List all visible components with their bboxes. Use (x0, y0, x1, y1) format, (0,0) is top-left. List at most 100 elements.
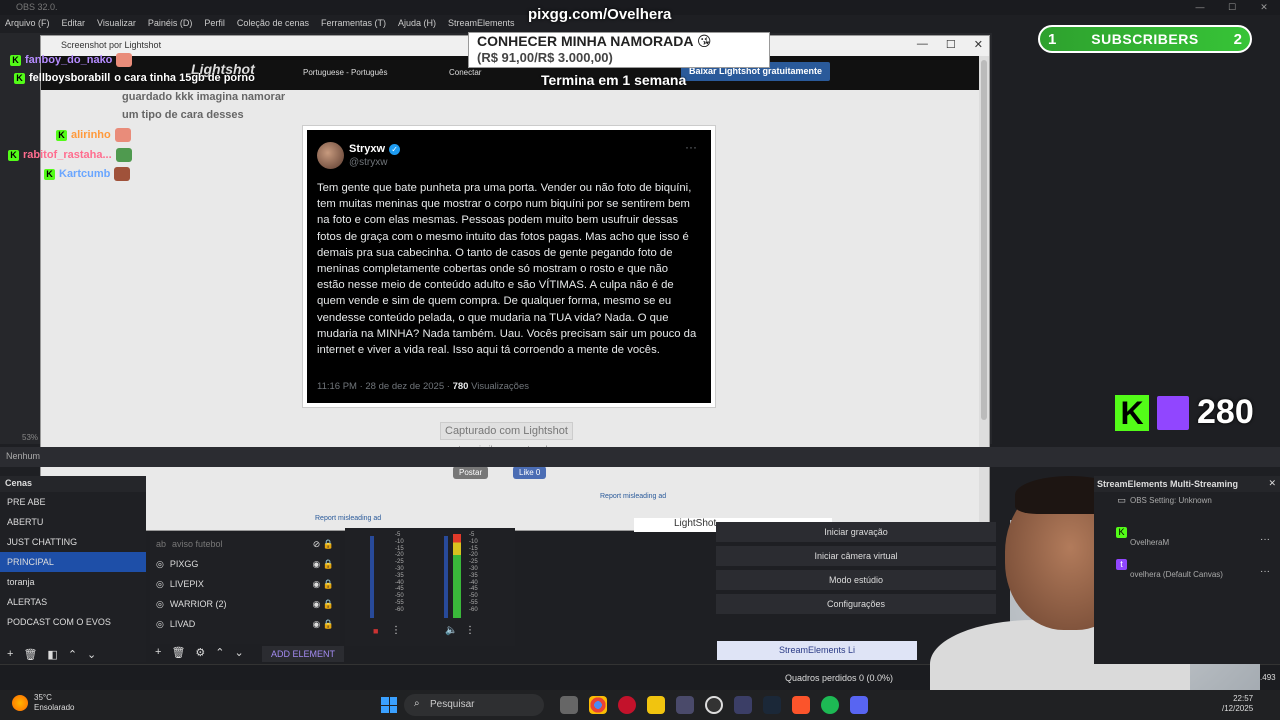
gear-icon[interactable]: ⚙ (195, 646, 205, 659)
source-item[interactable]: ◎ LIVEPIX ◉ 🔒 (150, 574, 340, 594)
scene-item[interactable]: ABERTU (0, 512, 146, 532)
menu-profile[interactable]: Perfil (204, 18, 225, 30)
meter-tick: -5 (469, 532, 475, 538)
windows-start-icon[interactable] (381, 697, 397, 713)
trash-icon[interactable]: 🗑 (23, 648, 37, 661)
minimize-button[interactable]: — (1184, 0, 1216, 15)
close-icon[interactable]: ✕ (974, 38, 983, 51)
more-icon[interactable]: ··· (1260, 566, 1270, 577)
obs-title: OBS 32.0. (16, 2, 58, 12)
more-icon[interactable]: ··· (1260, 534, 1270, 545)
windows-taskbar: 35°C Ensolarado ⌕ Pesquisar 22:57 /12/20… (0, 690, 1280, 720)
folder-icon[interactable] (647, 696, 665, 714)
scrollbar-thumb[interactable] (981, 60, 987, 420)
sun-icon (12, 695, 28, 711)
menu-edit[interactable]: Editar (62, 18, 86, 30)
steam-icon[interactable] (763, 696, 781, 714)
tweet-views-label: Visualizações (471, 381, 529, 392)
meter-tick: -45 (395, 586, 404, 593)
weather-widget[interactable]: 35°C Ensolarado (12, 693, 74, 713)
scene-item[interactable]: PRE ABE (0, 492, 146, 512)
kick-icon: K (44, 168, 55, 180)
chevron-down-icon[interactable]: ⌄ (235, 646, 244, 659)
maximize-icon[interactable]: ☐ (946, 38, 956, 51)
kebab-menu-icon[interactable]: ⋮ (465, 625, 475, 636)
brave-icon[interactable] (792, 696, 810, 714)
scene-item[interactable]: JUST CHATTING (0, 532, 146, 552)
menu-view[interactable]: Visualizar (97, 18, 136, 30)
eye-icon[interactable]: ◉ 🔒 (312, 559, 334, 570)
menu-file[interactable]: Arquivo (F) (5, 18, 50, 30)
trash-icon[interactable]: 🗑 (171, 646, 185, 659)
report-ad-link[interactable]: Report misleading ad (600, 493, 666, 500)
app-icon[interactable] (734, 696, 752, 714)
scene-item[interactable]: toranja (0, 572, 146, 592)
language-select[interactable]: Portuguese - Português (303, 68, 388, 77)
opera-icon[interactable] (618, 696, 636, 714)
scene-item-active[interactable]: PRINCIPAL (0, 552, 146, 572)
chat-text: guardado kkk imagina namorar (122, 91, 286, 103)
chrome-icon[interactable] (589, 696, 607, 714)
globe-icon: ◎ (156, 598, 164, 609)
app-icon[interactable] (676, 696, 694, 714)
emote-icon (116, 53, 133, 67)
maximize-button[interactable]: ☐ (1216, 0, 1248, 15)
add-element-button[interactable]: ADD ELEMENT (262, 646, 344, 662)
filter-icon[interactable]: ◧ (47, 648, 57, 661)
chevron-up-icon[interactable]: ⌃ (215, 646, 224, 659)
menu-tools[interactable]: Ferramentas (T) (321, 18, 386, 30)
emote-icon (114, 128, 131, 142)
zoom-level: 53% (22, 433, 39, 442)
meter-tick: -20 (395, 552, 404, 559)
menu-streamelements[interactable]: StreamElements (448, 18, 515, 30)
taskbar-apps (560, 696, 868, 714)
goal-title: CONHECER MINHA NAMORADA 😘 (477, 33, 712, 49)
kebab-menu-icon[interactable]: ⋮ (391, 625, 401, 636)
eye-off-icon[interactable]: ⊘ 🔒 (313, 539, 334, 550)
meter-tick: -20 (469, 552, 478, 559)
minimize-icon[interactable]: — (917, 38, 928, 51)
menu-help[interactable]: Ajuda (H) (398, 18, 436, 30)
source-item[interactable]: ab aviso futebol ⊘ 🔒 (150, 534, 340, 554)
task-view-icon[interactable] (560, 696, 578, 714)
sources-list: ab aviso futebol ⊘ 🔒 ◎ PIXGG ◉ 🔒 ◎ LIVEP… (150, 534, 340, 644)
add-icon[interactable]: + (155, 646, 161, 659)
menu-scene-collection[interactable]: Coleção de cenas (237, 18, 309, 30)
close-icon[interactable]: ✕ (1268, 478, 1276, 489)
eye-icon[interactable]: ◉ 🔒 (312, 579, 334, 590)
like-button[interactable]: Like 0 (513, 466, 547, 479)
source-item[interactable]: ◎ PIXGG ◉ 🔒 (150, 554, 340, 574)
streamelements-panel-title: StreamElements Multi-Streaming ✕ (1094, 476, 1280, 492)
spotify-icon[interactable] (821, 696, 839, 714)
obs-icon[interactable] (705, 696, 723, 714)
menu-docks[interactable]: Painéis (D) (148, 18, 193, 30)
tweet-card: Stryxw ✓ @stryxw ··· Tem gente que bate … (307, 130, 711, 403)
taskbar-search[interactable]: ⌕ Pesquisar (404, 694, 544, 716)
scene-item[interactable]: ALERTAS (0, 592, 146, 612)
sources-toolbar: + 🗑 ⚙ ⌃ ⌄ (155, 646, 244, 659)
report-ad-link-2[interactable]: Report misleading ad (315, 515, 381, 522)
globe-icon: ◎ (156, 618, 164, 629)
scene-item[interactable]: PODCAST COM O EVOS (0, 612, 146, 632)
eye-icon[interactable]: ◉ 🔒 (312, 599, 334, 610)
eye-icon[interactable]: ◉ 🔒 (312, 619, 334, 630)
mute-icon[interactable]: ■ (373, 626, 378, 636)
connect-link[interactable]: Conectar (449, 68, 481, 77)
chevron-down-icon[interactable]: ⌄ (87, 648, 96, 661)
source-item[interactable]: ◎ WARRIOR (2) ◉ 🔒 (150, 594, 340, 614)
window-controls: — ☐ ✕ (1184, 0, 1280, 15)
add-icon[interactable]: + (7, 648, 13, 661)
source-item[interactable]: ◎ LIVAD ◉ 🔒 (150, 614, 340, 634)
panel-title: StreamElements Multi-Streaming (1097, 479, 1239, 489)
discord-icon[interactable] (850, 696, 868, 714)
close-button[interactable]: ✕ (1248, 0, 1280, 15)
chevron-up-icon[interactable]: ⌃ (68, 648, 77, 661)
tweet-share-button[interactable]: Postar (453, 466, 489, 479)
kick-logo-icon: K (1115, 394, 1149, 431)
goal-amount: (R$ 91,00/R$ 3.000,00) (477, 50, 613, 65)
tweet-handle: @stryxw (349, 157, 388, 168)
source-name: LIVEPIX (169, 579, 204, 589)
taskbar-clock[interactable]: 22:57 /12/2025 (1222, 694, 1253, 714)
chat-message: K Kartcumb (44, 167, 131, 181)
speaker-icon[interactable]: 🔈 (445, 625, 457, 636)
